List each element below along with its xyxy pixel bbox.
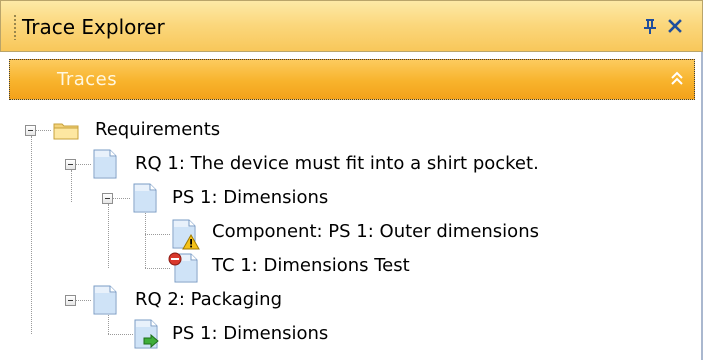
expander-rq2[interactable] (65, 295, 76, 306)
collapse-button[interactable] (668, 67, 686, 91)
tree-connector (145, 234, 170, 235)
document-icon (93, 149, 117, 179)
tree-node-requirements[interactable]: Requirements (95, 118, 220, 142)
pin-button[interactable] (639, 13, 661, 39)
expander-rq1-ps1[interactable] (102, 193, 113, 204)
expander-rq1[interactable] (65, 159, 76, 170)
error-icon (168, 252, 182, 266)
document-icon (133, 183, 157, 213)
folder-icon (53, 123, 79, 140)
tree-node-tc1[interactable]: TC 1: Dimensions Test (212, 254, 410, 278)
title-bar[interactable]: Trace Explorer (0, 0, 703, 52)
tree-node-rq1-ps1[interactable]: PS 1: Dimensions (172, 186, 328, 210)
expander-requirements[interactable] (25, 125, 36, 136)
drag-grip-icon[interactable] (13, 14, 17, 40)
traces-section-header[interactable]: Traces (9, 59, 695, 100)
tree-connector (145, 268, 170, 269)
section-title: Traces (57, 69, 118, 90)
close-button[interactable] (664, 13, 686, 39)
trace-explorer-panel: Trace Explorer Traces Requirements RQ 1:… (0, 0, 703, 360)
tree-connector (71, 170, 72, 202)
trace-tree: Requirements RQ 1: The device must fit i… (0, 100, 700, 360)
document-icon (93, 285, 117, 315)
tree-connector (108, 204, 109, 268)
double-chevron-up-icon (671, 71, 683, 85)
tree-node-rq2-ps1[interactable]: PS 1: Dimensions (172, 322, 328, 346)
tree-node-rq2[interactable]: RQ 2: Packaging (135, 288, 282, 312)
window-title: Trace Explorer (22, 15, 165, 39)
tree-connector (145, 204, 146, 268)
tree-connector (108, 334, 133, 335)
tree-node-rq1[interactable]: RQ 1: The device must fit into a shirt p… (135, 152, 539, 176)
pin-icon (644, 19, 656, 34)
tree-connector (31, 136, 32, 334)
tree-node-component[interactable]: Component: PS 1: Outer dimensions (212, 220, 539, 244)
tree-connector (34, 130, 51, 131)
link-arrow-icon (143, 334, 159, 348)
close-icon (668, 19, 682, 33)
warning-icon (182, 234, 200, 250)
